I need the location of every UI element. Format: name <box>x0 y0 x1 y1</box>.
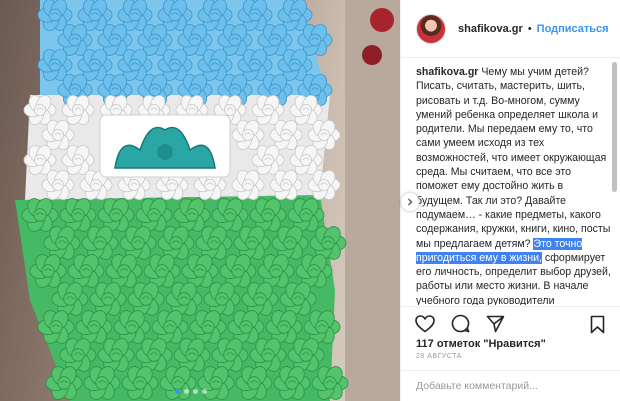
scrollbar-thumb[interactable] <box>612 62 617 192</box>
paper-flower-flag-image <box>15 0 400 401</box>
post-date[interactable]: 28 АВГУСТА <box>416 353 462 360</box>
bookmark-icon <box>590 315 604 333</box>
likes-label: отметок "Нравится" <box>436 338 546 350</box>
likes-count[interactable]: 117 отметок "Нравится" <box>416 338 546 350</box>
comment-bar <box>401 370 620 401</box>
carousel-dots <box>175 389 207 394</box>
follow-button[interactable]: Подписаться <box>537 23 609 35</box>
comment-input[interactable] <box>416 380 606 392</box>
post-caption: shafikova.gr Чему мы учим детей? Писать,… <box>416 65 612 305</box>
carousel-dot <box>184 389 189 394</box>
post-sidebar: shafikova.gr • Подписаться shafikova.gr … <box>400 0 620 401</box>
username-link[interactable]: shafikova.gr <box>458 23 523 35</box>
action-bar <box>401 306 620 340</box>
red-flower-decor <box>362 45 382 65</box>
caption-text: Чему мы учим детей? Писать, считать, мас… <box>416 66 611 250</box>
share-button[interactable] <box>484 313 506 335</box>
carousel-dot <box>175 389 180 394</box>
post-photo[interactable] <box>0 0 400 401</box>
emblem-center <box>157 144 173 160</box>
comment-icon <box>451 314 469 333</box>
post-header: shafikova.gr • Подписаться <box>401 0 620 58</box>
avatar[interactable] <box>416 13 446 44</box>
carousel-dot <box>193 389 198 394</box>
heart-icon <box>415 314 435 332</box>
comment-button[interactable] <box>449 313 471 335</box>
caption-author[interactable]: shafikova.gr <box>416 66 478 78</box>
caption-scrollbar[interactable] <box>612 62 617 307</box>
save-button[interactable] <box>586 313 608 335</box>
like-button[interactable] <box>414 313 436 335</box>
likes-number: 117 <box>416 338 434 350</box>
carousel-dot <box>202 389 207 394</box>
next-photo-button[interactable] <box>401 193 419 211</box>
red-flower-decor <box>370 8 394 32</box>
chevron-right-icon <box>408 198 413 206</box>
separator-dot: • <box>527 22 532 35</box>
share-icon <box>486 315 504 332</box>
